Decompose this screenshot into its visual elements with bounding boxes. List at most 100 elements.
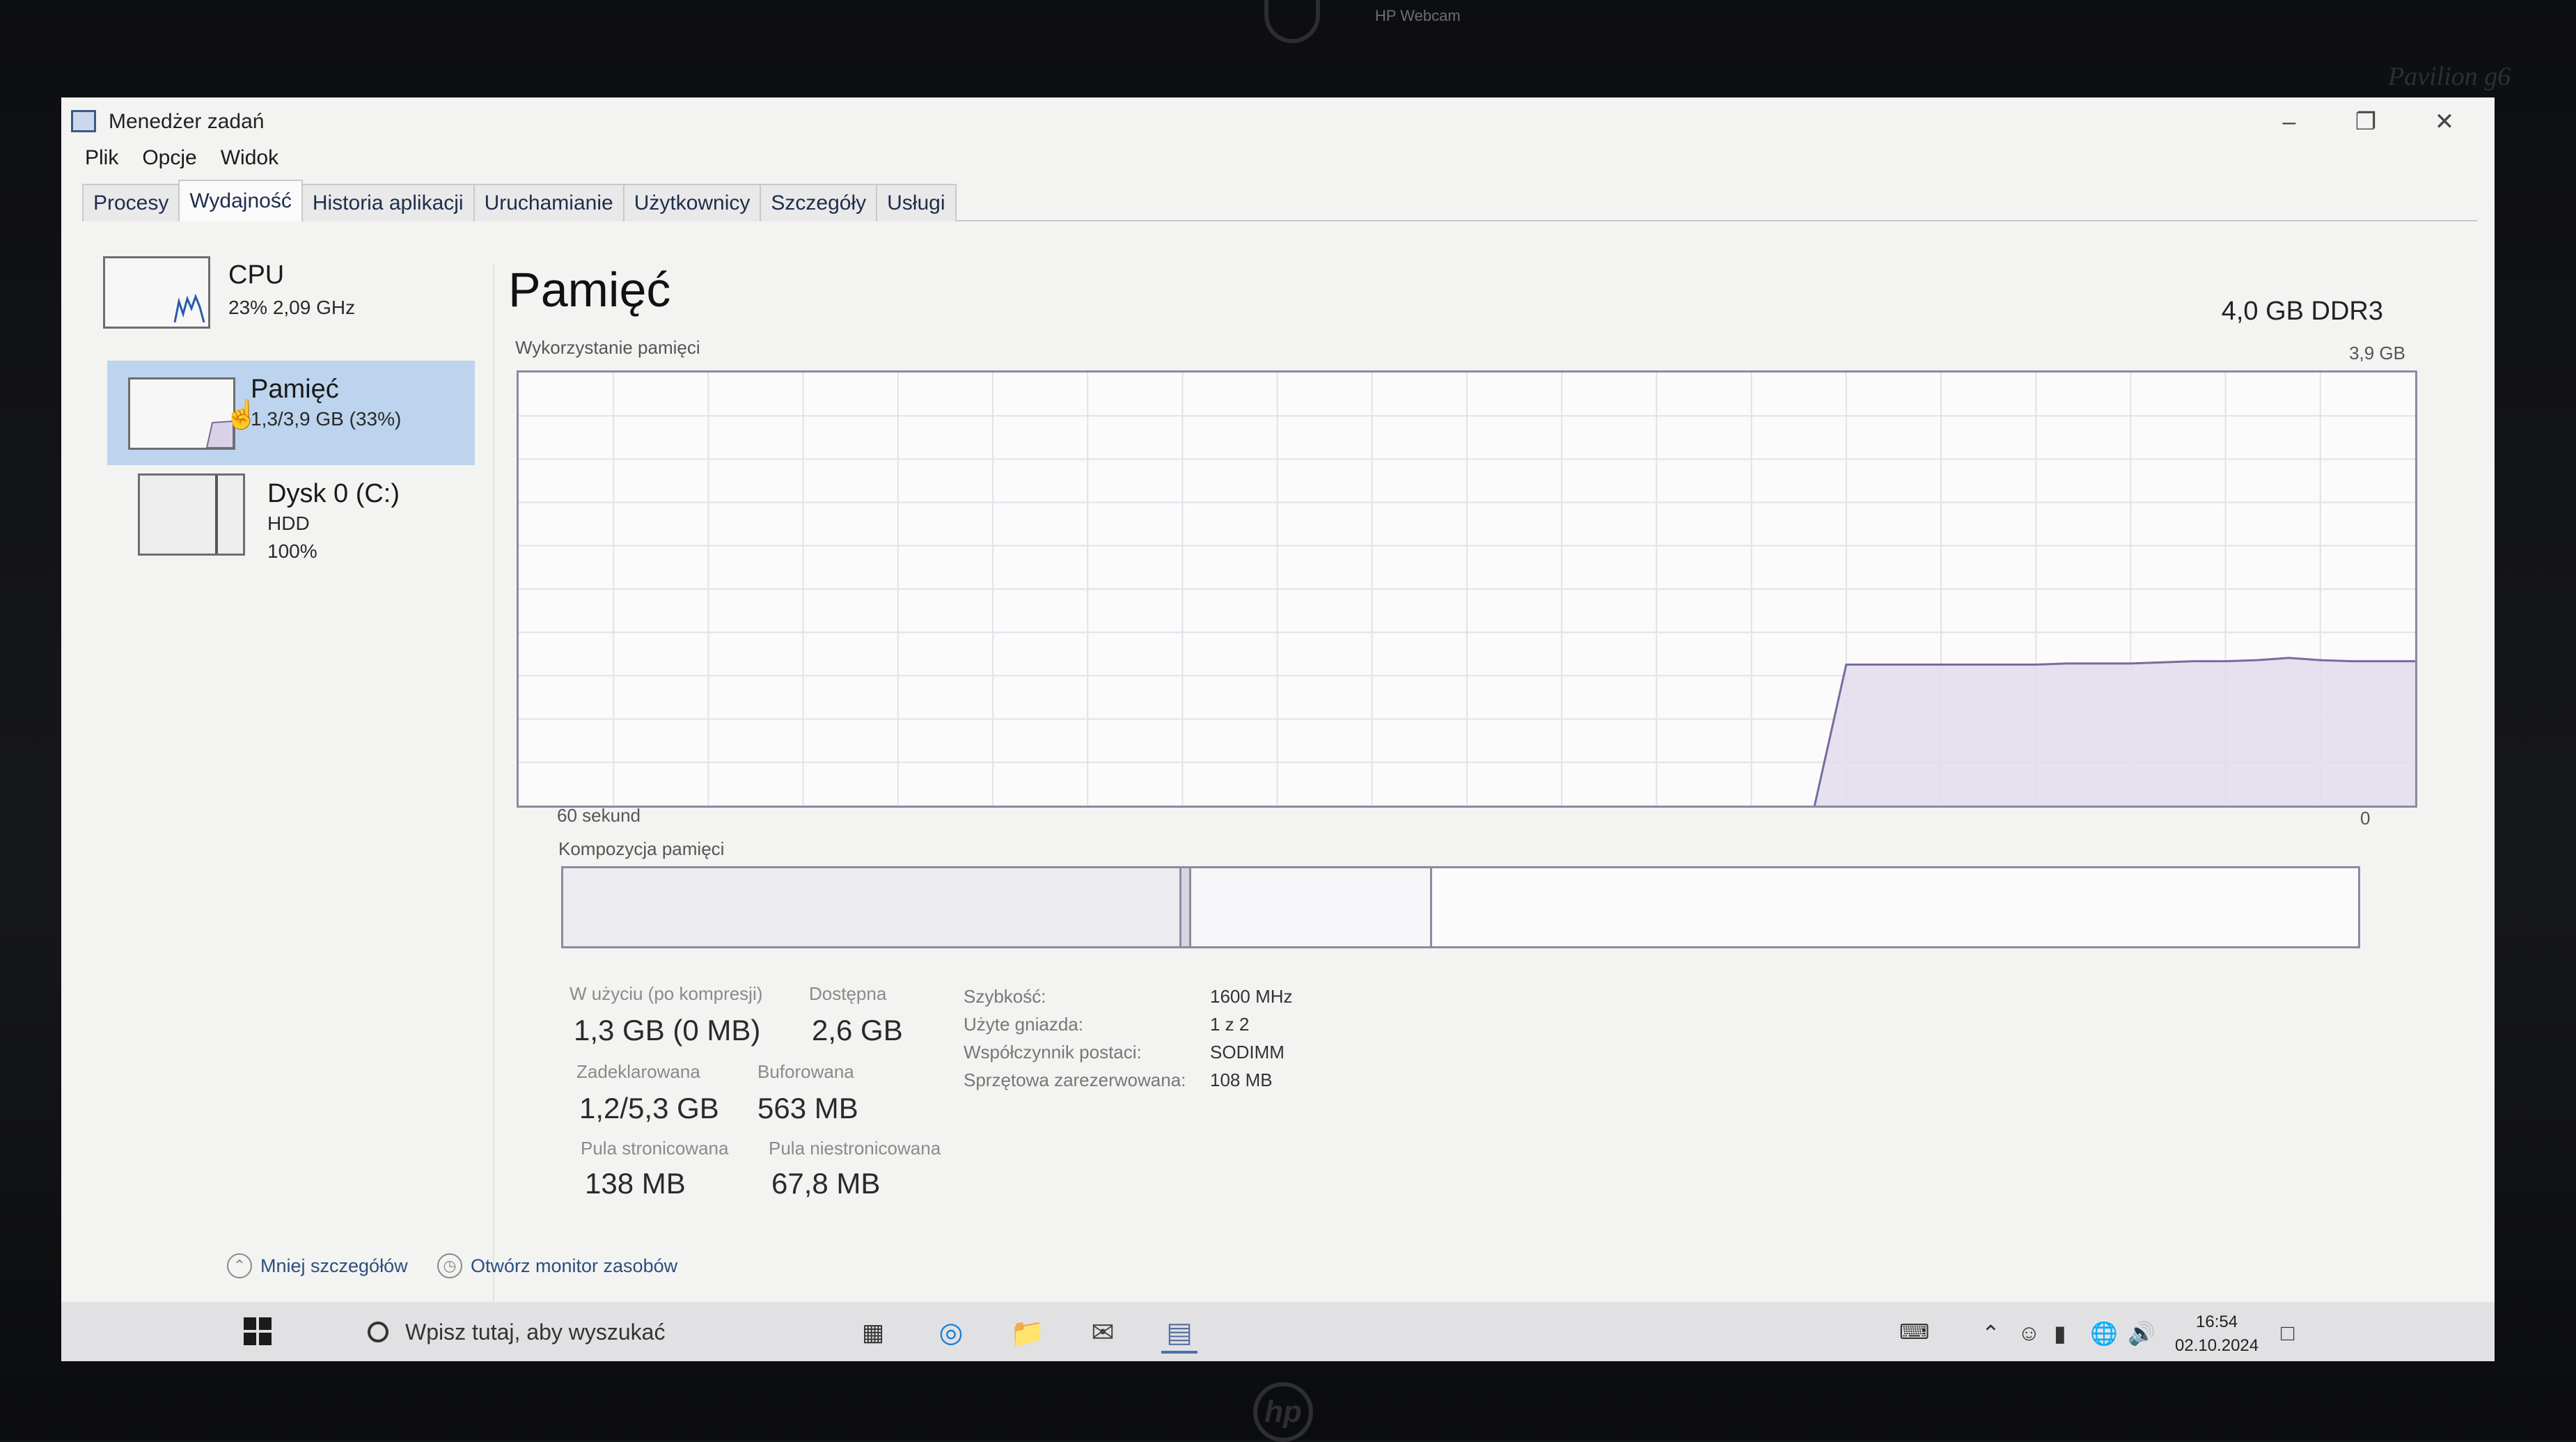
in-use-value: 1,3 GB (0 MB) [574,1014,761,1047]
disk-activity-bar [215,476,218,554]
keyboard-icon[interactable]: ⌨ [1899,1320,1929,1345]
tab-procesy[interactable]: Procesy [82,184,180,221]
task-manager-icon [71,110,96,132]
sidebar-item-detail: HDD [267,512,310,534]
window-title: Menedżer zadań [109,110,265,133]
disk-thumbnail [138,473,245,556]
memory-type: 4,0 GB DDR3 [2221,297,2383,326]
fewer-details-label: Mniej szczegółów [260,1255,408,1276]
menu-plik[interactable]: Plik [85,146,118,178]
tab-szczegoly[interactable]: Szczegóły [760,184,878,221]
menu-bar: Plik Opcje Widok [85,146,278,178]
sidebar-item-disk[interactable]: Dysk 0 (C:) HDD 100% [138,473,498,578]
clock-time: 16:54 [2196,1312,2238,1331]
taskbar-clock[interactable]: 16:54 02.10.2024 [2175,1310,2259,1358]
panel-divider [493,265,494,1351]
taskbar: Wpisz tutaj, aby wyszukać ▦ ◎ 📁 ✉ ▤ ⌨ ⌃ … [61,1302,2495,1361]
notifications-icon[interactable]: □ [2281,1320,2294,1346]
available-value: 2,6 GB [812,1014,903,1047]
search-placeholder: Wpisz tutaj, aby wyszukać [405,1319,666,1345]
sidebar-item-label: Dysk 0 (C:) [267,479,400,508]
resource-monitor-icon: ◷ [437,1253,462,1278]
menu-widok[interactable]: Widok [221,146,278,178]
edge-icon[interactable]: ◎ [933,1315,969,1351]
usage-chart-max: 3,9 GB [2349,343,2405,363]
tab-wydajnosc[interactable]: Wydajność [178,180,303,221]
minimize-button[interactable]: – [2261,104,2317,139]
composition-standby [1191,868,1432,946]
cpu-thumbnail [103,256,210,329]
page-title: Pamięć [508,262,671,317]
composition-in-use [563,868,1181,946]
memory-mini-graph [205,420,234,448]
tab-uzytkownicy[interactable]: Użytkownicy [622,184,762,221]
memory-usage-graph [517,370,2417,808]
volume-icon[interactable]: 🔊 [2128,1320,2155,1347]
chevron-up-icon: ⌃ [227,1253,252,1278]
screen: Menedżer zadań – ❐ ✕ Plik Opcje Widok Pr… [61,97,2495,1361]
nonpaged-pool-label: Pula niestronicowana [769,1138,941,1159]
tab-uslugi[interactable]: Usługi [876,184,957,221]
form-factor-label: Współczynnik postaci: [964,1042,1142,1063]
available-label: Dostępna [809,983,887,1004]
tab-strip: Procesy Wydajność Historia aplikacji Uru… [82,180,957,221]
resource-monitor-link[interactable]: ◷ Otwórz monitor zasobów [437,1253,677,1278]
slots-label: Użyte gniazda: [964,1014,1083,1035]
memory-usage-svg [519,373,2415,806]
speed-value: 1600 MHz [1210,986,1293,1007]
committed-value: 1,2/5,3 GB [579,1092,719,1124]
meeting-icon[interactable]: ☺ [2018,1320,2041,1346]
taskbar-search[interactable]: Wpisz tutaj, aby wyszukać [312,1308,883,1356]
menu-opcje[interactable]: Opcje [142,146,196,178]
clock-date: 02.10.2024 [2175,1336,2259,1355]
title-bar: Menedżer zadań – ❐ ✕ [61,97,2495,146]
usage-chart-label: Wykorzystanie pamięci [515,337,700,358]
composition-free [1432,868,2358,946]
model-label: Pavilion g6 [2388,62,2511,91]
nonpaged-pool-value: 67,8 MB [771,1167,881,1200]
form-factor-value: SODIMM [1210,1042,1285,1063]
cpu-mini-graph [173,293,205,323]
fewer-details-link[interactable]: ⌃ Mniej szczegółów [227,1253,408,1278]
in-use-label: W użyciu (po kompresji) [570,983,763,1004]
sidebar-item-memory[interactable]: Pamięć 1,3/3,9 GB (33%) ☝ [107,361,475,465]
tab-uruchamianie[interactable]: Uruchamianie [473,184,625,221]
sidebar-item-detail: 1,3/3,9 GB (33%) [251,408,402,430]
close-button[interactable]: ✕ [2417,104,2472,139]
hardware-reserved-value: 108 MB [1210,1069,1273,1090]
tab-historia-aplikacji[interactable]: Historia aplikacji [301,184,475,221]
cached-value: 563 MB [757,1092,858,1124]
sidebar-item-label: CPU [228,260,285,290]
network-icon[interactable]: 🌐 [2090,1320,2118,1347]
composition-modified [1181,868,1191,946]
battery-icon[interactable]: ▮ [2054,1320,2066,1347]
sidebar-item-detail: 23% 2,09 GHz [228,297,356,318]
graph-time-left: 60 sekund [557,805,641,826]
sidebar-item-label: Pamięć [251,375,339,404]
composition-label: Kompozycja pamięci [558,838,725,859]
search-icon [368,1322,388,1342]
task-manager-taskbar-icon[interactable]: ▤ [1161,1315,1197,1354]
webcam-label: HP Webcam [1375,7,1461,24]
sidebar-item-cpu[interactable]: CPU 23% 2,09 GHz [103,251,464,355]
memory-usage-area [1814,657,2415,806]
windows-start-icon[interactable] [244,1317,272,1345]
sidebar-item-detail: 100% [267,540,317,562]
graph-time-right: 0 [2360,808,2371,829]
chevron-up-icon[interactable]: ⌃ [1981,1320,2000,1347]
speed-label: Szybkość: [964,986,1046,1007]
resource-monitor-label: Otwórz monitor zasobów [471,1255,678,1276]
mouse-cursor-icon: ☝ [224,400,259,430]
file-explorer-icon[interactable]: 📁 [1010,1315,1046,1351]
slots-value: 1 z 2 [1210,1014,1250,1035]
memory-thumbnail [128,377,235,450]
memory-composition-bar [561,866,2360,948]
paged-pool-label: Pula stronicowana [581,1138,729,1159]
hp-logo: hp [1253,1382,1313,1442]
cached-label: Buforowana [757,1061,854,1082]
task-view-icon[interactable]: ▦ [855,1315,891,1351]
mail-icon[interactable]: ✉ [1085,1315,1121,1351]
committed-label: Zadeklarowana [576,1061,700,1082]
restore-button[interactable]: ❐ [2338,104,2394,139]
paged-pool-value: 138 MB [585,1167,686,1200]
